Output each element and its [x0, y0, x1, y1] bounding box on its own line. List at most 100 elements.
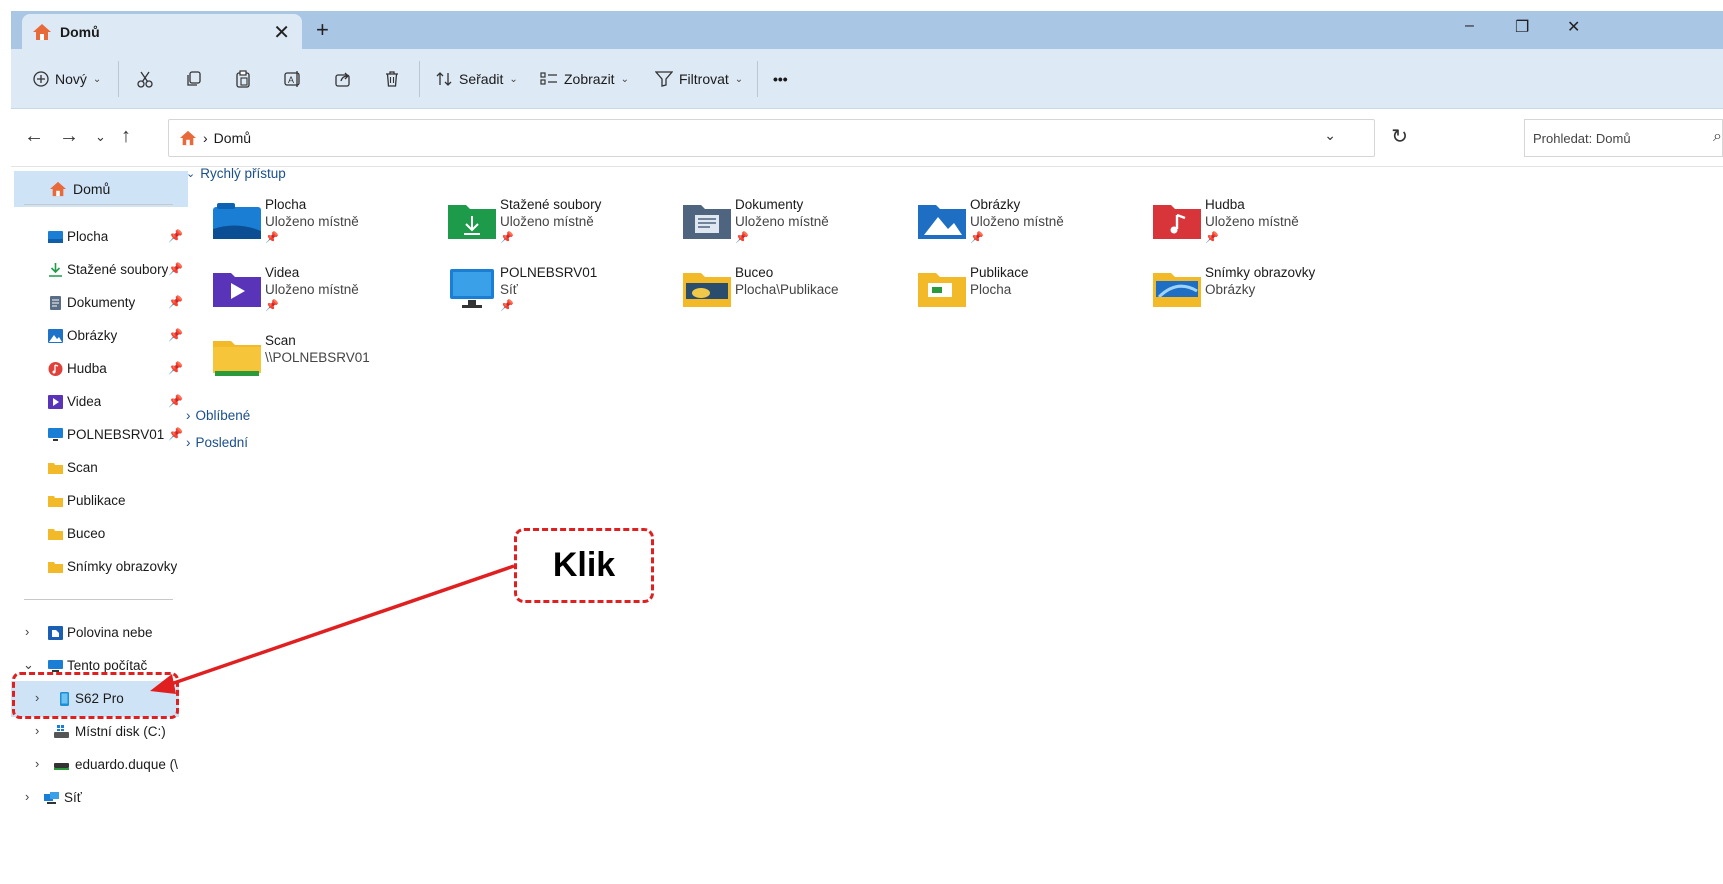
this-pc-icon: [48, 660, 63, 672]
folder-icon: [683, 273, 731, 307]
quick-access-item[interactable]: Hudba Uloženo místně 📌: [1126, 197, 1386, 257]
sidebar-item-documents[interactable]: Dokumenty 📌: [11, 291, 186, 315]
rename-button[interactable]: A: [280, 66, 306, 92]
pin-icon: 📌: [168, 328, 183, 342]
forward-arrow-icon[interactable]: →: [59, 125, 79, 148]
sidebar-item-plocha[interactable]: Plocha 📌: [11, 225, 186, 249]
filter-button[interactable]: Filtrovat ⌄: [655, 66, 743, 92]
quick-access-item[interactable]: Scan \\POLNEBSRV01: [186, 333, 446, 393]
view-button[interactable]: Zobrazit ⌄: [540, 66, 629, 92]
cloud-icon: [48, 626, 63, 640]
sidebar-item-publikace[interactable]: Publikace: [11, 489, 186, 513]
pin-icon: 📌: [168, 427, 183, 441]
close-window-button[interactable]: ✕: [1567, 17, 1580, 37]
sidebar-item-screenshots[interactable]: Snímky obrazovky: [11, 555, 186, 579]
quick-access-item[interactable]: Dokumenty Uloženo místně 📌: [656, 197, 916, 257]
sidebar-item-network[interactable]: › Síť: [11, 786, 186, 810]
folder-icon: [48, 496, 63, 507]
network-icon: [44, 792, 59, 804]
sidebar-item-scan[interactable]: Scan: [11, 456, 186, 480]
new-tab-button[interactable]: +: [316, 17, 329, 43]
chevron-down-icon: ⌄: [186, 168, 196, 180]
network-drive-icon: [54, 763, 69, 770]
sidebar-item-downloads[interactable]: Stažené soubory 📌: [11, 258, 186, 282]
sidebar-item-buceo[interactable]: Buceo: [11, 522, 186, 546]
tab-home[interactable]: Domů ✕: [22, 14, 302, 49]
sidebar-item-network-drive[interactable]: › eduardo.duque (\: [11, 753, 186, 777]
pin-icon: 📌: [168, 295, 183, 309]
sidebar-item-home[interactable]: Domů: [14, 171, 188, 207]
quick-access-item[interactable]: POLNEBSRV01 Síť 📌: [421, 265, 681, 325]
home-icon: [50, 181, 66, 197]
quick-access-header[interactable]: ⌄ Rychlý přístup: [186, 166, 286, 181]
new-label: Nový: [55, 71, 87, 87]
refresh-icon[interactable]: ↻: [1391, 124, 1408, 149]
monitor-icon: [48, 428, 63, 441]
breadcrumb-home[interactable]: Domů: [214, 130, 251, 146]
pin-icon: 📌: [168, 229, 183, 243]
tab-close-icon[interactable]: ✕: [273, 20, 290, 45]
chevron-right-icon[interactable]: ›: [25, 789, 29, 804]
new-button[interactable]: Nový ⌄: [33, 66, 101, 92]
quick-access-item[interactable]: Videa Uloženo místně 📌: [186, 265, 446, 325]
up-arrow-icon[interactable]: ↑: [121, 125, 131, 148]
search-input[interactable]: Prohledat: Domů ⌕: [1524, 119, 1723, 157]
pin-icon: 📌: [265, 232, 279, 244]
documents-icon: [50, 296, 61, 310]
paste-button[interactable]: [230, 66, 256, 92]
address-bar[interactable]: › Domů ⌄ ↻: [168, 119, 1408, 157]
favorites-header[interactable]: › Oblíbené: [186, 408, 250, 423]
annotation-callout: Klik: [514, 528, 654, 603]
chevron-down-icon: ⌄: [620, 73, 629, 85]
quick-access-item[interactable]: Stažené soubory Uloženo místně 📌: [421, 197, 681, 257]
pin-icon: 📌: [1205, 232, 1219, 244]
minimize-button[interactable]: –: [1465, 17, 1474, 35]
quick-access-item[interactable]: Obrázky Uloženo místně 📌: [891, 197, 1151, 257]
chevron-right-icon[interactable]: ›: [35, 723, 39, 738]
pin-icon: 📌: [735, 232, 749, 244]
delete-button[interactable]: [379, 66, 405, 92]
quick-access-item[interactable]: Buceo Plocha\Publikace: [656, 265, 916, 325]
address-dropdown-chevron-icon[interactable]: ⌄: [1324, 127, 1336, 144]
quick-access-item[interactable]: Snímky obrazovky Obrázky: [1126, 265, 1386, 325]
restore-button[interactable]: ❐: [1515, 17, 1529, 37]
music-folder-icon: [1153, 205, 1201, 239]
sidebar-item-polnebsrv01[interactable]: POLNEBSRV01 📌: [11, 423, 186, 447]
sidebar-item-videos[interactable]: Videa 📌: [11, 390, 186, 414]
chevron-down-icon[interactable]: ⌄: [23, 657, 34, 673]
toolbar-divider: [118, 61, 119, 97]
recent-header[interactable]: › Poslední: [186, 435, 248, 450]
cut-button[interactable]: [132, 66, 158, 92]
sort-button[interactable]: Seřadit ⌄: [435, 66, 518, 92]
tab-title: Domů: [60, 23, 100, 40]
recent-locations-chevron-icon[interactable]: ⌄: [95, 129, 106, 145]
share-button[interactable]: [330, 66, 356, 92]
quick-access-item[interactable]: Publikace Plocha: [891, 265, 1151, 325]
folder-icon: [213, 341, 261, 376]
more-options-button[interactable]: •••: [773, 66, 788, 92]
sidebar-item-local-disk[interactable]: › Místní disk (C:): [11, 720, 186, 744]
content-pane: ⌄ Rychlý přístup Plocha Uloženo místně 📌…: [186, 166, 1723, 884]
chevron-right-icon[interactable]: ›: [25, 624, 29, 639]
drive-icon: [54, 725, 69, 738]
back-arrow-icon[interactable]: ←: [24, 125, 44, 148]
sidebar-divider: [24, 599, 173, 600]
folder-icon: [48, 562, 63, 573]
svg-text:A: A: [288, 75, 294, 85]
sidebar-item-cloud[interactable]: › Polovina nebe: [11, 621, 186, 645]
sidebar-item-music[interactable]: Hudba 📌: [11, 357, 186, 381]
chevron-down-icon: ⌄: [509, 73, 518, 85]
music-icon: [48, 362, 63, 376]
scissors-icon: [137, 71, 153, 88]
chevron-right-icon: ›: [186, 408, 191, 423]
home-icon: [33, 23, 51, 40]
navigation-bar: ← → ⌄ ↑ › Domů ⌄ ↻ Prohledat: Domů ⌕: [11, 109, 1723, 167]
rename-icon: A: [284, 71, 300, 87]
monitor-icon: [450, 269, 494, 308]
sidebar-item-pictures[interactable]: Obrázky 📌: [11, 324, 186, 348]
paste-icon: [236, 70, 250, 88]
chevron-right-icon[interactable]: ›: [35, 756, 39, 771]
copy-button[interactable]: [181, 66, 207, 92]
sort-icon: [436, 72, 452, 86]
quick-access-item[interactable]: Plocha Uloženo místně 📌: [186, 197, 446, 257]
